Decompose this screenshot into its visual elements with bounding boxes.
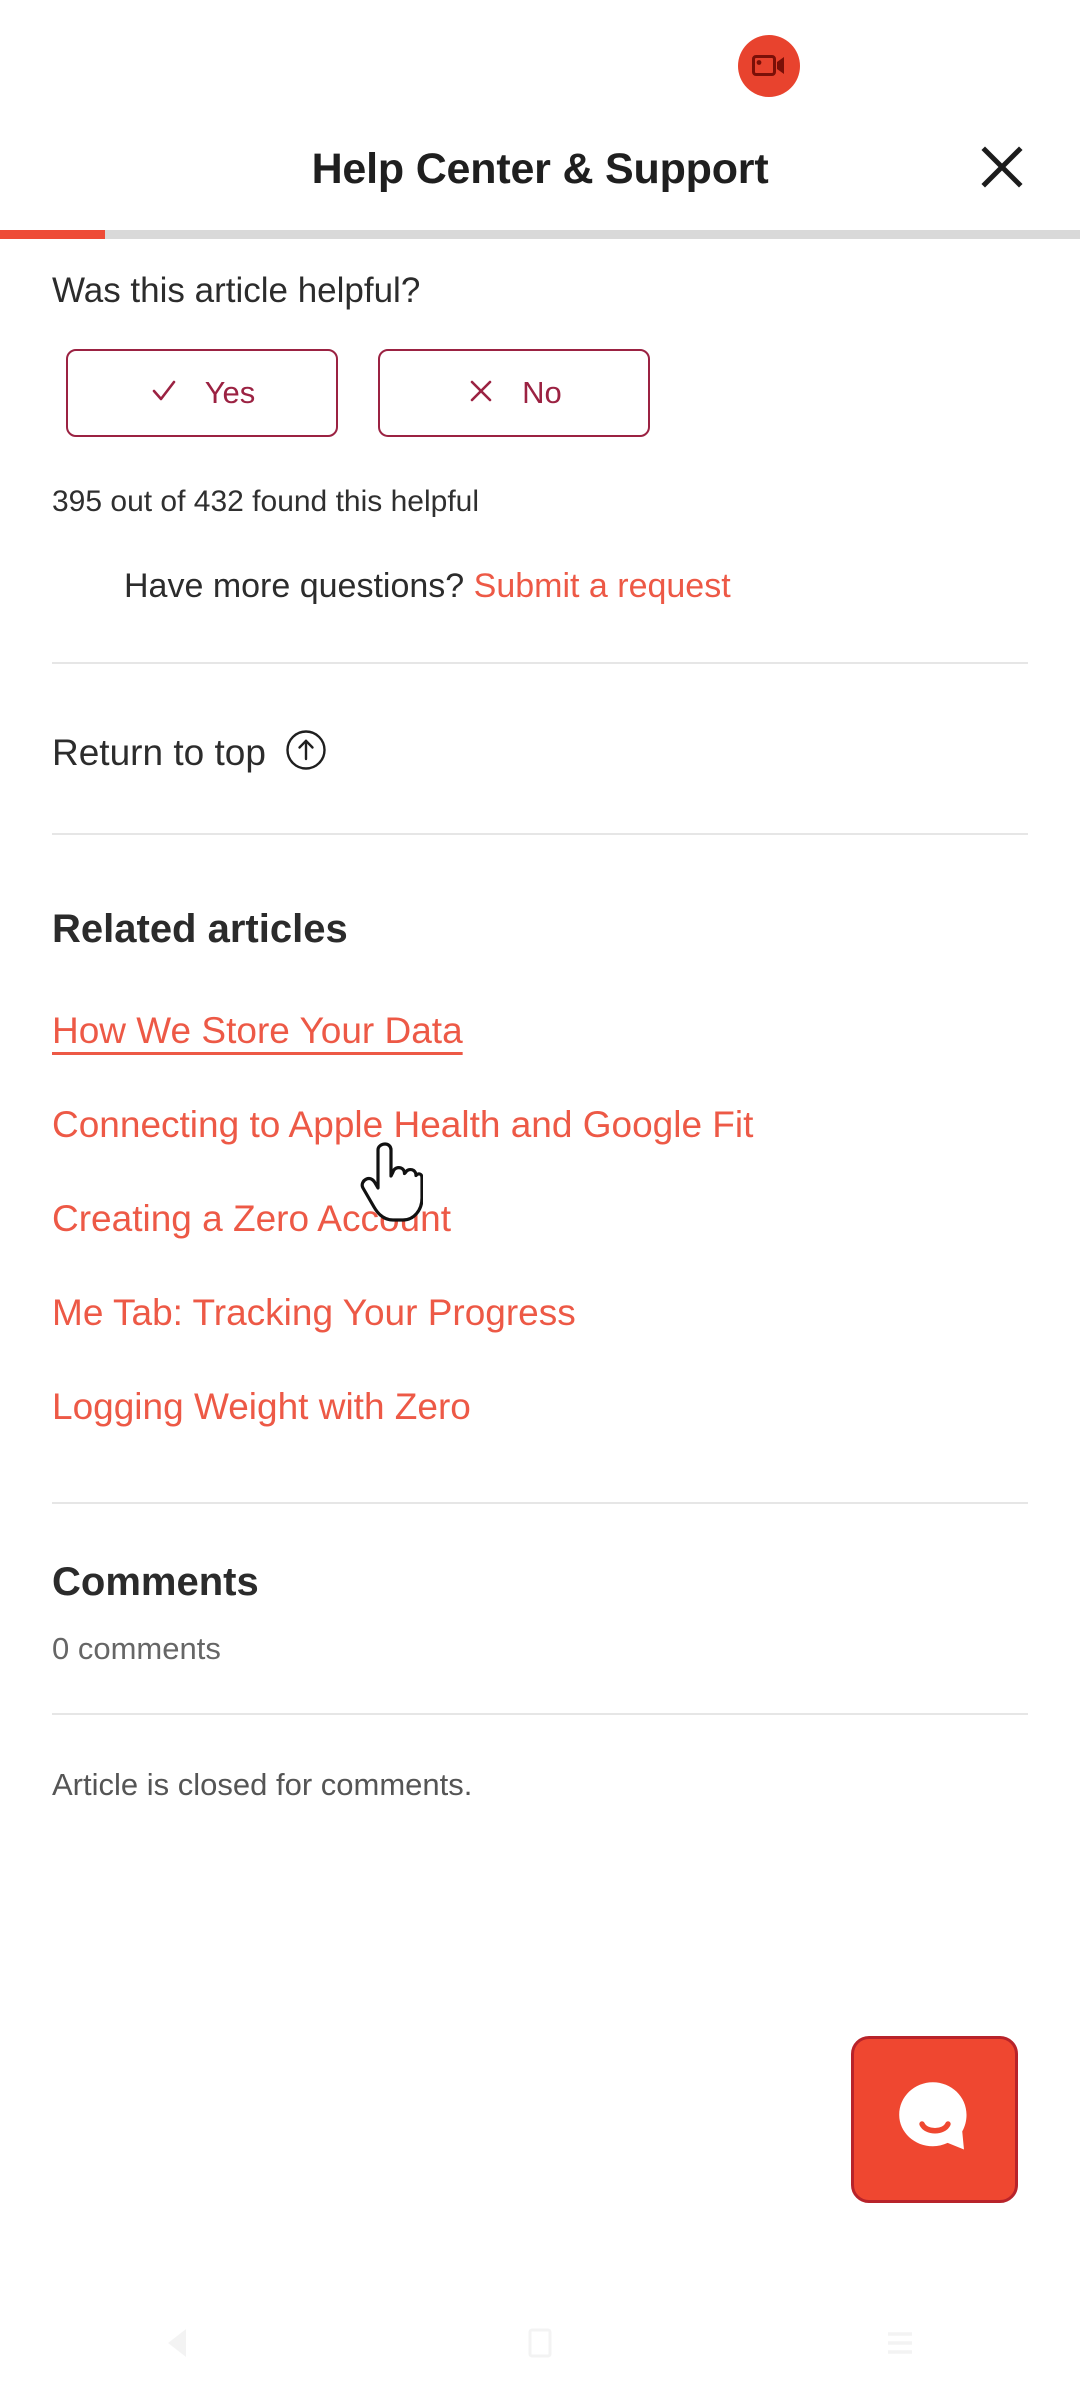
helpful-question: Was this article helpful?	[52, 271, 421, 310]
related-article-link[interactable]: How We Store Your Data	[52, 1010, 463, 1052]
submit-request-link[interactable]: Submit a request	[474, 567, 731, 605]
progress-bar-fill	[0, 230, 105, 239]
divider-above-return-top	[52, 662, 1028, 664]
x-icon	[466, 376, 496, 411]
vote-no-button[interactable]: No	[378, 349, 650, 437]
article-footer-content: Was this article helpful? Yes No 395 out…	[0, 239, 1080, 1803]
vote-yes-button[interactable]: Yes	[66, 349, 338, 437]
return-to-top-link[interactable]: Return to top	[52, 728, 328, 777]
app-screen: Help Center & Support Was this article h…	[0, 0, 1080, 2400]
divider-above-closed-note	[52, 1713, 1028, 1715]
android-nav-bar	[0, 2290, 1080, 2400]
helpful-count-text: 395 out of 432 found this helpful	[52, 485, 480, 518]
modal-header: Help Center & Support	[0, 110, 1080, 228]
more-questions-row: Have more questions? Submit a request	[124, 567, 1080, 606]
close-button[interactable]	[972, 139, 1032, 199]
menu-recents-icon[interactable]	[878, 2321, 922, 2370]
related-article-link[interactable]: Me Tab: Tracking Your Progress	[52, 1292, 576, 1334]
check-icon	[149, 376, 179, 411]
related-article-link[interactable]: Connecting to Apple Health and Google Fi…	[52, 1104, 753, 1146]
square-home-icon[interactable]	[518, 2321, 562, 2370]
chat-smile-icon	[892, 2074, 978, 2165]
comments-count-text: 0 comments	[52, 1631, 221, 1666]
progress-bar-track	[0, 230, 1080, 239]
video-camera-icon	[752, 53, 786, 79]
recording-indicator-badge	[738, 35, 800, 97]
return-to-top-label: Return to top	[52, 731, 266, 773]
close-icon	[977, 142, 1027, 197]
related-articles-list: How We Store Your Data Connecting to App…	[0, 1010, 1080, 1428]
triangle-back-icon[interactable]	[158, 2321, 202, 2370]
vote-no-label: No	[522, 375, 562, 410]
arrow-up-circle-icon	[284, 728, 328, 777]
related-article-link[interactable]: Creating a Zero Account	[52, 1198, 451, 1240]
related-articles-heading: Related articles	[52, 907, 348, 951]
related-article-link[interactable]: Logging Weight with Zero	[52, 1386, 471, 1428]
vote-yes-label: Yes	[204, 375, 256, 410]
vote-button-group: Yes No	[66, 349, 1080, 437]
page-title: Help Center & Support	[311, 144, 769, 193]
chat-launcher-button[interactable]	[851, 2036, 1018, 2203]
comments-closed-note: Article is closed for comments.	[52, 1767, 473, 1802]
divider-below-return-top	[52, 833, 1028, 835]
comments-heading: Comments	[52, 1560, 259, 1604]
divider-above-comments	[52, 1502, 1028, 1504]
more-questions-prompt: Have more questions?	[124, 567, 465, 605]
